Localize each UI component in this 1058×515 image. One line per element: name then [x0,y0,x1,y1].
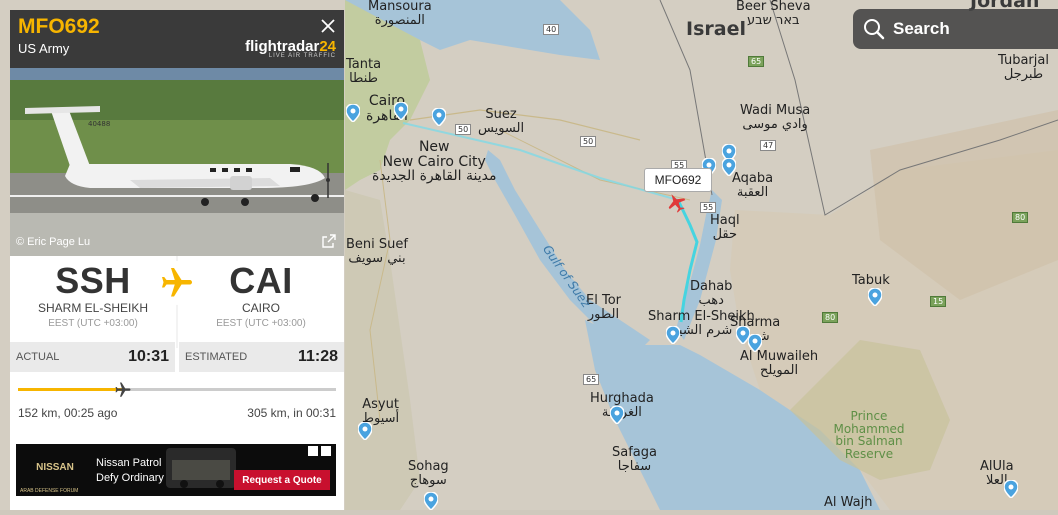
operator-name: US Army [18,41,70,56]
actual-time: 10:31 [128,348,169,365]
city-new-cairo: New New Cairo City مدينة القاهرة الجديدة [372,139,497,185]
estimated-label: ESTIMATED [185,351,248,363]
airport-pin-icon[interactable] [432,108,446,126]
destination-name: CAIRO [241,301,280,315]
flight-callout-label[interactable]: MFO692 [644,168,712,192]
city-wadi-musa: Wadi Musa وادي موسى [740,103,811,132]
route-shield: 50 [455,124,472,135]
ad-cta-button[interactable]: Request a Quote [234,470,330,490]
route-shield: 15 [930,296,947,307]
origin-timezone: EEST (UTC +03:00) [48,318,138,329]
destination-airport[interactable]: CAI CAIRO EEST (UTC +03:00) [178,256,344,348]
origin-name: SHARM EL-SHEIKH [37,301,149,315]
expand-icon[interactable] [322,234,336,248]
city-el-tor: El Tor الطور [586,293,621,322]
airport-pin-icon[interactable] [666,326,680,344]
route-shield: 55 [700,202,717,213]
destination-timezone: EEST (UTC +03:00) [216,318,306,329]
times-section: ACTUAL 10:31 ESTIMATED 11:28 [10,342,344,372]
route-shield: 80 [1012,212,1029,223]
distance-remaining: 305 km, in 00:31 [247,406,336,420]
city-safaga: Safaga سفاجا [612,445,657,474]
flight-progress: 152 km, 00:25 ago 305 km, in 00:31 [10,374,344,428]
city-suez: Suez السويس [478,107,525,136]
ad-headline: Nissan Patrol [96,457,162,469]
city-dahab: Dahab دهب [690,279,733,308]
close-icon[interactable] [320,18,336,34]
city-haql: Haql حقل [710,213,740,242]
park-reserve: Prince Mohammed bin Salman Reserve [833,409,905,461]
flight-info-panel: MFO692 US Army flightradar24 LIVE AIR TR… [10,10,344,510]
airport-pin-icon[interactable] [358,422,372,440]
progress-plane-icon [115,382,131,397]
estimated-time: 11:28 [297,348,338,365]
aircraft-photo-image: 40488 [10,68,344,256]
airport-pin-icon[interactable] [722,158,736,176]
route-shield: 50 [580,136,597,147]
ad-tagline: Defy Ordinary [96,472,164,484]
airport-pin-icon[interactable] [748,334,762,352]
route-shield: 40 [543,24,560,35]
origin-code: SSH [55,260,131,301]
advertisement-banner[interactable]: NISSAN Nissan Patrol Defy Ordinary Reque… [16,444,336,496]
airport-pin-icon[interactable] [394,102,408,120]
city-aqaba: Aqaba العقبة [732,171,774,200]
panel-header: MFO692 US Army flightradar24 LIVE AIR TR… [10,10,344,68]
search-label: Search [893,19,950,38]
photo-credit[interactable]: © Eric Page Lu [16,236,90,248]
flightradar24-logo: flightradar24 LIVE AIR TRAFFIC [245,38,336,59]
watermark-text: ARAB DEFENSE FORUM [20,488,79,494]
city-beer-sheva: Beer Sheva באר שבע [736,0,811,28]
actual-label: ACTUAL [16,351,60,363]
route-plane-badge [155,261,199,305]
route-section: SSH SHARM EL-SHEIKH EEST (UTC +03:00) CA… [10,256,344,348]
airport-pin-icon[interactable] [346,104,360,122]
search-button[interactable]: Search [853,9,1058,49]
city-al-wajh: Al Wajh [824,495,873,510]
airplane-icon [162,268,192,297]
route-shield: 80 [822,312,839,323]
airport-pin-icon[interactable] [424,492,438,510]
ad-brand-logo: NISSAN [36,462,74,473]
estimated-time-box: ESTIMATED 11:28 [179,342,344,372]
city-tanta: Tanta طنطا [346,57,382,86]
origin-airport[interactable]: SSH SHARM EL-SHEIKH EEST (UTC +03:00) [10,256,176,348]
airport-pin-icon[interactable] [610,406,624,424]
city-sohag: Sohag سوهاج [408,459,449,488]
city-tubarjal: Tubarjal طبرجل [998,53,1049,82]
progress-bar [18,382,336,397]
flight-callsign: MFO692 [18,15,100,38]
actual-time-box: ACTUAL 10:31 [10,342,175,372]
distance-flown: 152 km, 00:25 ago [18,406,118,420]
city-mansoura: Mansoura المنصورة [368,0,432,28]
route-shield: 65 [583,374,600,385]
city-al-muwaileh: Al Muwaileh المويلح [740,349,819,378]
destination-code: CAI [229,260,293,301]
airport-pin-icon[interactable] [1004,480,1018,498]
airport-pin-icon[interactable] [868,288,882,306]
city-tabuk: Tabuk [852,273,890,288]
progress-bar-fill [18,388,123,391]
aircraft-photo[interactable]: 40488 © Eric Page Lu [10,68,344,256]
search-icon [864,19,885,40]
route-shield: 47 [760,140,777,151]
aircraft-tail-number: 40488 [88,120,110,128]
city-beni-suef: Beni Suef بني سويف [346,237,408,266]
route-shield: 65 [748,56,765,67]
